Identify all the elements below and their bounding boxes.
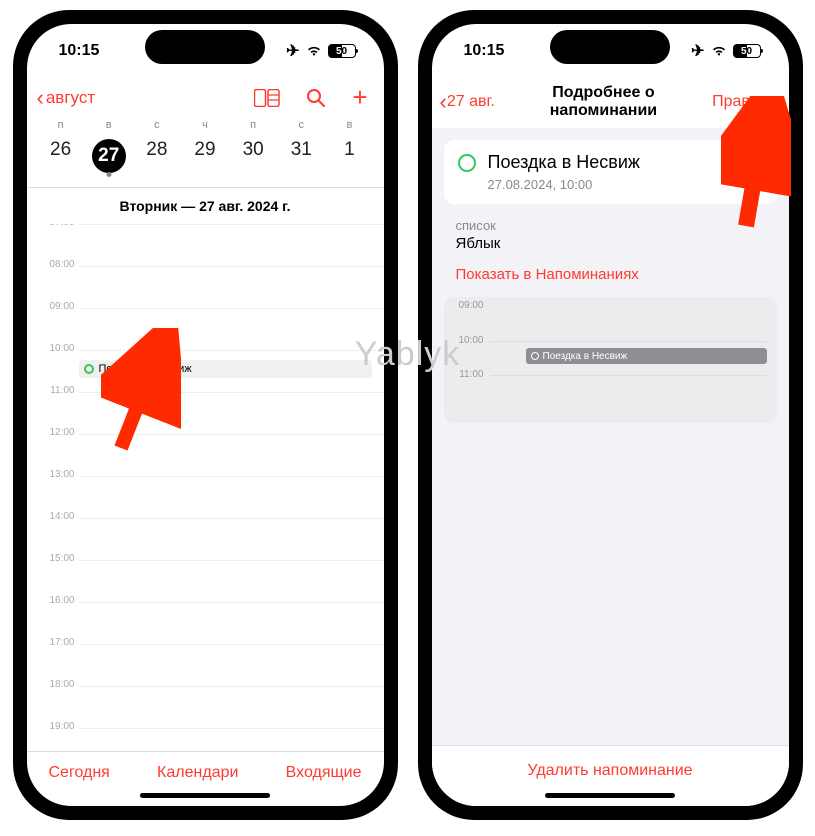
weekday-header: пв сч пс в [27, 119, 384, 131]
hour-label: 14:00 [37, 511, 75, 522]
chevron-left-icon: ‹ [37, 87, 44, 109]
dynamic-island [550, 30, 670, 64]
list-label: список [456, 218, 765, 233]
status-time: 10:15 [464, 42, 505, 60]
hour-label: 09:00 [37, 301, 75, 312]
list-section: список Яблык [432, 204, 789, 256]
nav-bar: ‹ август + [27, 78, 384, 119]
hour-label: 08:00 [37, 259, 75, 270]
home-indicator[interactable] [140, 793, 270, 798]
dynamic-island [145, 30, 265, 64]
page-title: Подробнее о напоминании [501, 84, 706, 120]
add-button[interactable]: + [352, 82, 367, 113]
back-button[interactable]: ‹ 27 авг. [440, 91, 495, 113]
day-27[interactable]: 27 [85, 133, 133, 179]
reminder-card[interactable]: Поездка в Несвиж 27.08.2024, 10:00 [444, 140, 777, 204]
back-label: 27 авг. [447, 93, 495, 111]
list-value: Яблык [456, 235, 765, 252]
day-26[interactable]: 26 [37, 133, 85, 179]
reminder-ring-icon[interactable] [458, 154, 476, 172]
mini-timeline: 09:00 10:00 Поездка в Несвиж 11:00 [444, 297, 777, 423]
hour-label: 17:00 [37, 637, 75, 648]
day-28[interactable]: 28 [133, 133, 181, 179]
day-31[interactable]: 31 [277, 133, 325, 179]
wifi-icon [711, 45, 727, 57]
view-toggle-icon[interactable] [254, 89, 280, 107]
hour-label: 13:00 [37, 469, 75, 480]
hour-label: 07:00 [37, 224, 75, 228]
date-header: Вторник — 27 авг. 2024 г. [27, 188, 384, 224]
day-1[interactable]: 1 [325, 133, 373, 179]
hour-label: 15:00 [37, 553, 75, 564]
inbox-button[interactable]: Входящие [286, 764, 362, 782]
back-label: август [46, 88, 95, 108]
calendars-button[interactable]: Календари [157, 764, 238, 782]
hour-label: 16:00 [37, 595, 75, 606]
edit-button[interactable]: Править [712, 93, 774, 111]
wifi-icon [306, 45, 322, 57]
day-30[interactable]: 30 [229, 133, 277, 179]
show-in-reminders-link[interactable]: Показать в Напоминаниях [432, 256, 789, 297]
reminder-datetime: 27.08.2024, 10:00 [488, 177, 640, 192]
airplane-icon: ✈ [286, 41, 299, 61]
reminder-ring-icon [84, 364, 94, 374]
chevron-left-icon: ‹ [440, 91, 447, 113]
battery-icon: 50 [733, 44, 761, 58]
phone-left: 10:15 ✈ 50 ‹ август + пв [13, 10, 398, 820]
mini-event[interactable]: Поездка в Несвиж [526, 348, 767, 364]
reminder-ring-icon [531, 352, 539, 360]
back-button[interactable]: ‹ август [37, 87, 96, 109]
nav-bar: ‹ 27 авг. Подробнее о напоминании Правит… [432, 78, 789, 128]
day-row: 26 27 28 29 30 31 1 [27, 131, 384, 187]
timeline[interactable]: 07:00 08:00 09:00 10:00 11:00 12:00 13:00 14:00… [27, 224, 384, 751]
airplane-icon: ✈ [691, 41, 704, 61]
hour-label: 11:00 [37, 385, 75, 396]
home-indicator[interactable] [545, 793, 675, 798]
hour-label: 18:00 [37, 679, 75, 690]
event-title: Поездка в Несвиж [99, 363, 192, 375]
day-29[interactable]: 29 [181, 133, 229, 179]
status-time: 10:15 [59, 42, 100, 60]
phone-right: 10:15 ✈ 50 ‹ 27 авг. Подробнее о напомин… [418, 10, 803, 820]
reminder-title: Поездка в Несвиж [488, 152, 640, 173]
hour-label: 19:00 [37, 721, 75, 732]
mini-event-title: Поездка в Несвиж [543, 351, 628, 362]
today-button[interactable]: Сегодня [49, 764, 110, 782]
hour-label: 10:00 [37, 343, 75, 354]
battery-icon: 50 [328, 44, 356, 58]
search-icon[interactable] [306, 88, 326, 108]
hour-label: 12:00 [37, 427, 75, 438]
calendar-event[interactable]: Поездка в Несвиж [79, 360, 372, 378]
